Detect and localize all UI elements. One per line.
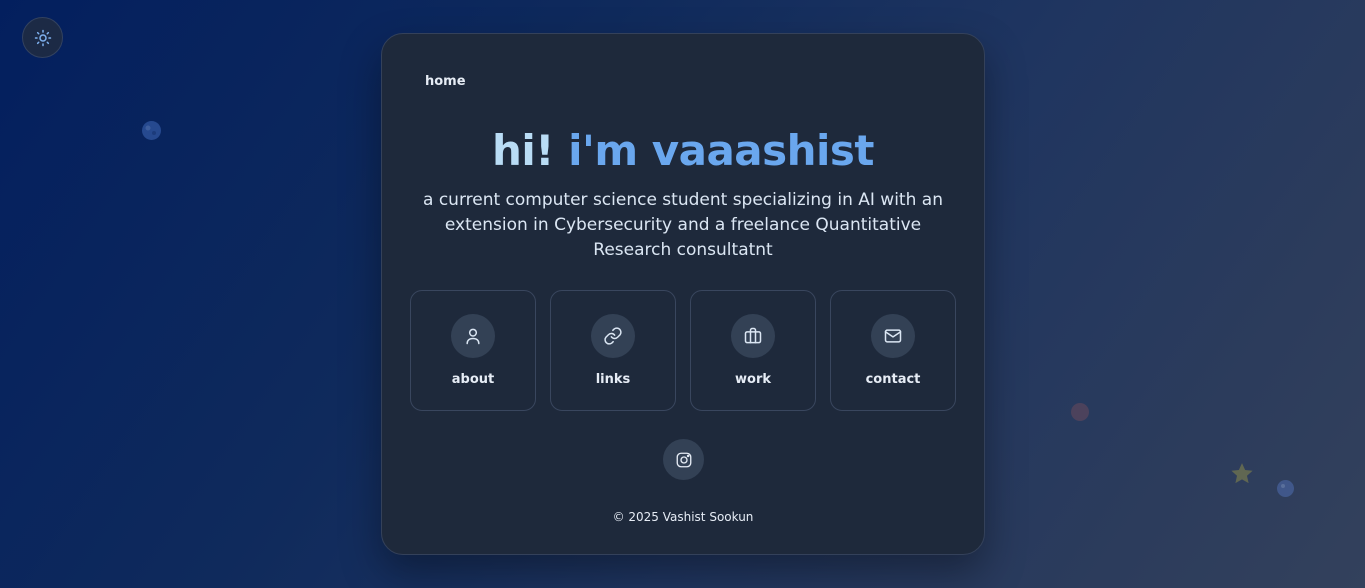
contact-tile[interactable]: contact	[830, 290, 956, 411]
link-icon	[604, 327, 622, 345]
planet-icon	[1071, 403, 1089, 421]
footer-copyright: © 2025 Vashist Sookun	[612, 510, 754, 524]
mail-icon	[884, 329, 902, 343]
work-tile[interactable]: work	[690, 290, 816, 411]
profile-card: home hi! i'm vaaashist a current compute…	[381, 33, 985, 555]
about-tile-label: about	[451, 372, 495, 387]
nav-home-link[interactable]: home	[425, 74, 466, 89]
work-tile-label: work	[735, 372, 771, 387]
instagram-button[interactable]	[663, 439, 704, 480]
sun-icon	[34, 29, 51, 46]
planet-icon	[1277, 480, 1294, 497]
contact-tile-label: contact	[865, 372, 921, 387]
links-tile-label: links	[595, 372, 631, 387]
greeting-text: hi!	[492, 126, 554, 175]
user-icon	[466, 328, 480, 345]
instagram-icon	[676, 452, 691, 467]
about-tile[interactable]: about	[410, 290, 536, 411]
name-text: i'm vaaashist	[568, 126, 874, 175]
hero-title: hi! i'm vaaashist	[382, 126, 984, 175]
hero-subtitle: a current computer science student speci…	[423, 190, 943, 260]
nav-tiles: about links work contact	[410, 290, 956, 411]
links-tile[interactable]: links	[550, 290, 676, 411]
theme-toggle-button[interactable]	[22, 17, 63, 58]
star-icon	[1231, 463, 1253, 484]
planet-icon	[142, 121, 161, 140]
briefcase-icon	[744, 327, 762, 344]
